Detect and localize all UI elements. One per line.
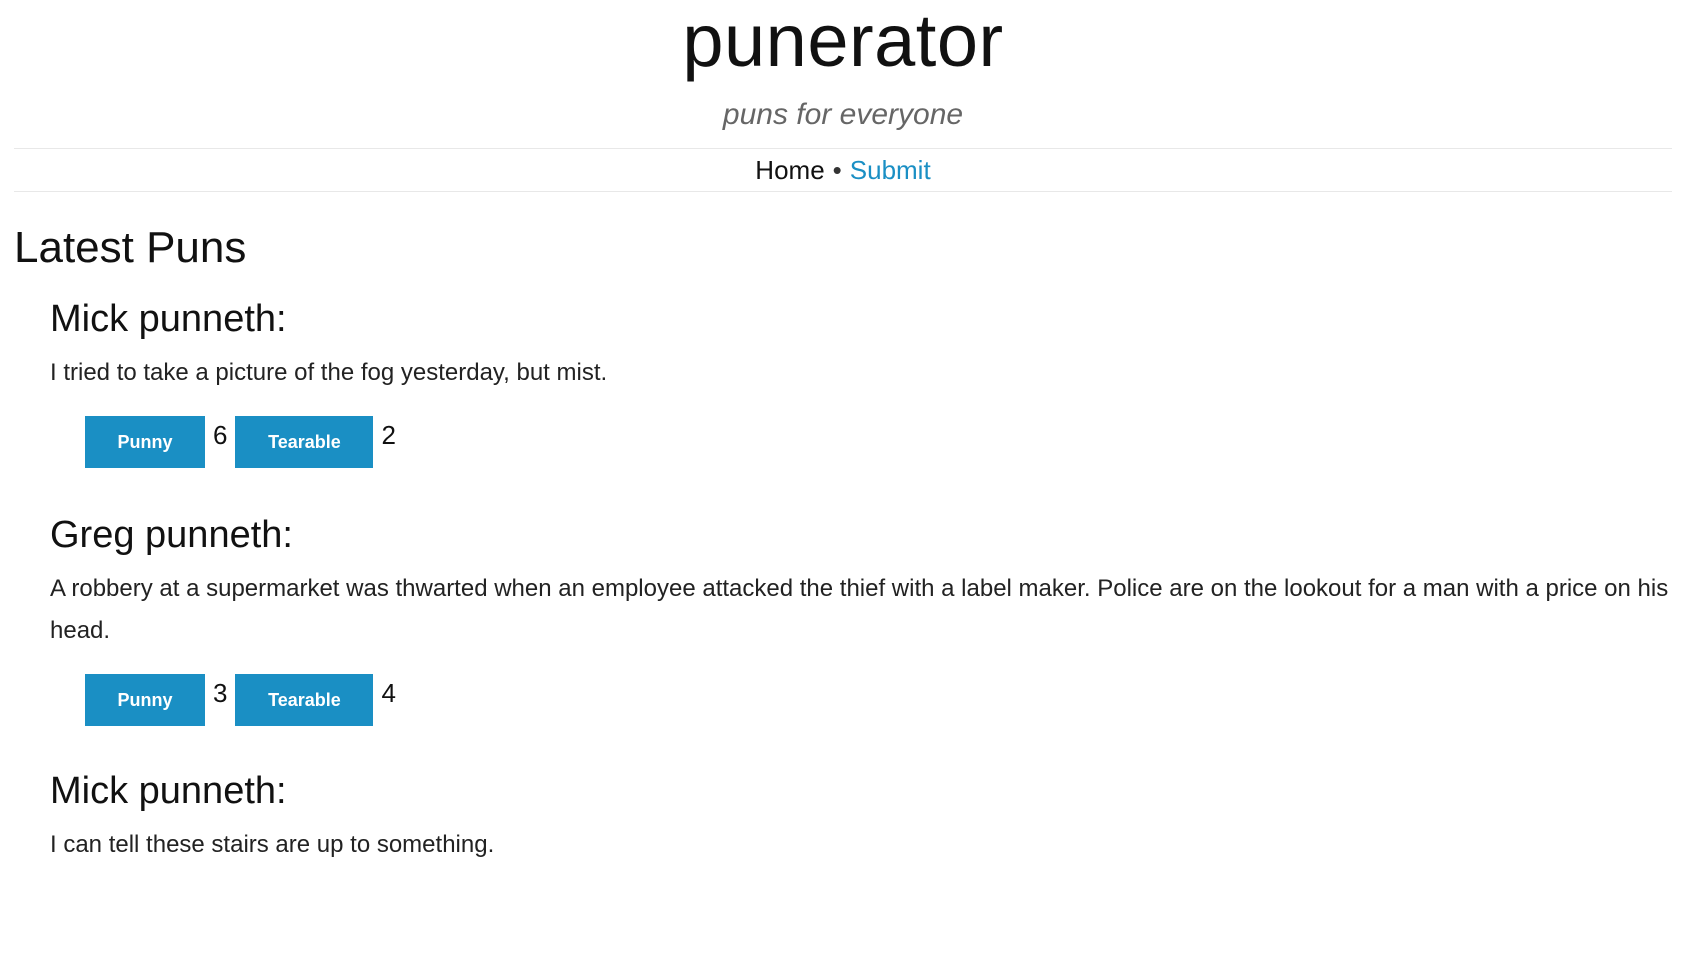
site-title: punerator [682, 0, 1004, 82]
punny-button[interactable]: Punny [85, 674, 205, 726]
tearable-button[interactable]: Tearable [235, 416, 374, 468]
pun-item: Greg punneth: A robbery at a supermarket… [50, 516, 1686, 726]
masthead: punerator puns for everyone [0, 0, 1686, 130]
site-tagline: puns for everyone [722, 98, 964, 131]
pun-text: I tried to take a picture of the fog yes… [50, 359, 608, 386]
punny-button[interactable]: Punny [85, 416, 205, 468]
pun-item: Mick punneth: I tried to take a picture … [50, 300, 1686, 468]
tearable-button[interactable]: Tearable [235, 674, 374, 726]
tearable-count: 2 [381, 420, 396, 450]
nav-home-link[interactable]: Home [755, 155, 824, 186]
tearable-count: 4 [381, 678, 396, 708]
pun-item: Mick punneth: I can tell these stairs ar… [50, 772, 1686, 866]
punny-count: 6 [213, 420, 228, 450]
nav-separator: • [832, 154, 842, 185]
nav-submit-link[interactable]: Submit [850, 155, 931, 186]
punny-count: 3 [213, 678, 228, 708]
pun-author: Mick punneth: [50, 298, 287, 340]
pun-author: Greg punneth: [50, 514, 293, 556]
pun-text: I can tell these stairs are up to someth… [50, 831, 495, 858]
latest-puns-heading: Latest Puns [14, 223, 247, 272]
vote-row: Punny 3 Tearable 4 [85, 674, 1666, 726]
main-nav: Home • Submit [14, 148, 1672, 192]
pun-author: Mick punneth: [50, 770, 287, 812]
vote-row: Punny 6 Tearable 2 [85, 416, 1666, 468]
pun-text: A robbery at a supermarket was thwarted … [50, 575, 1669, 644]
